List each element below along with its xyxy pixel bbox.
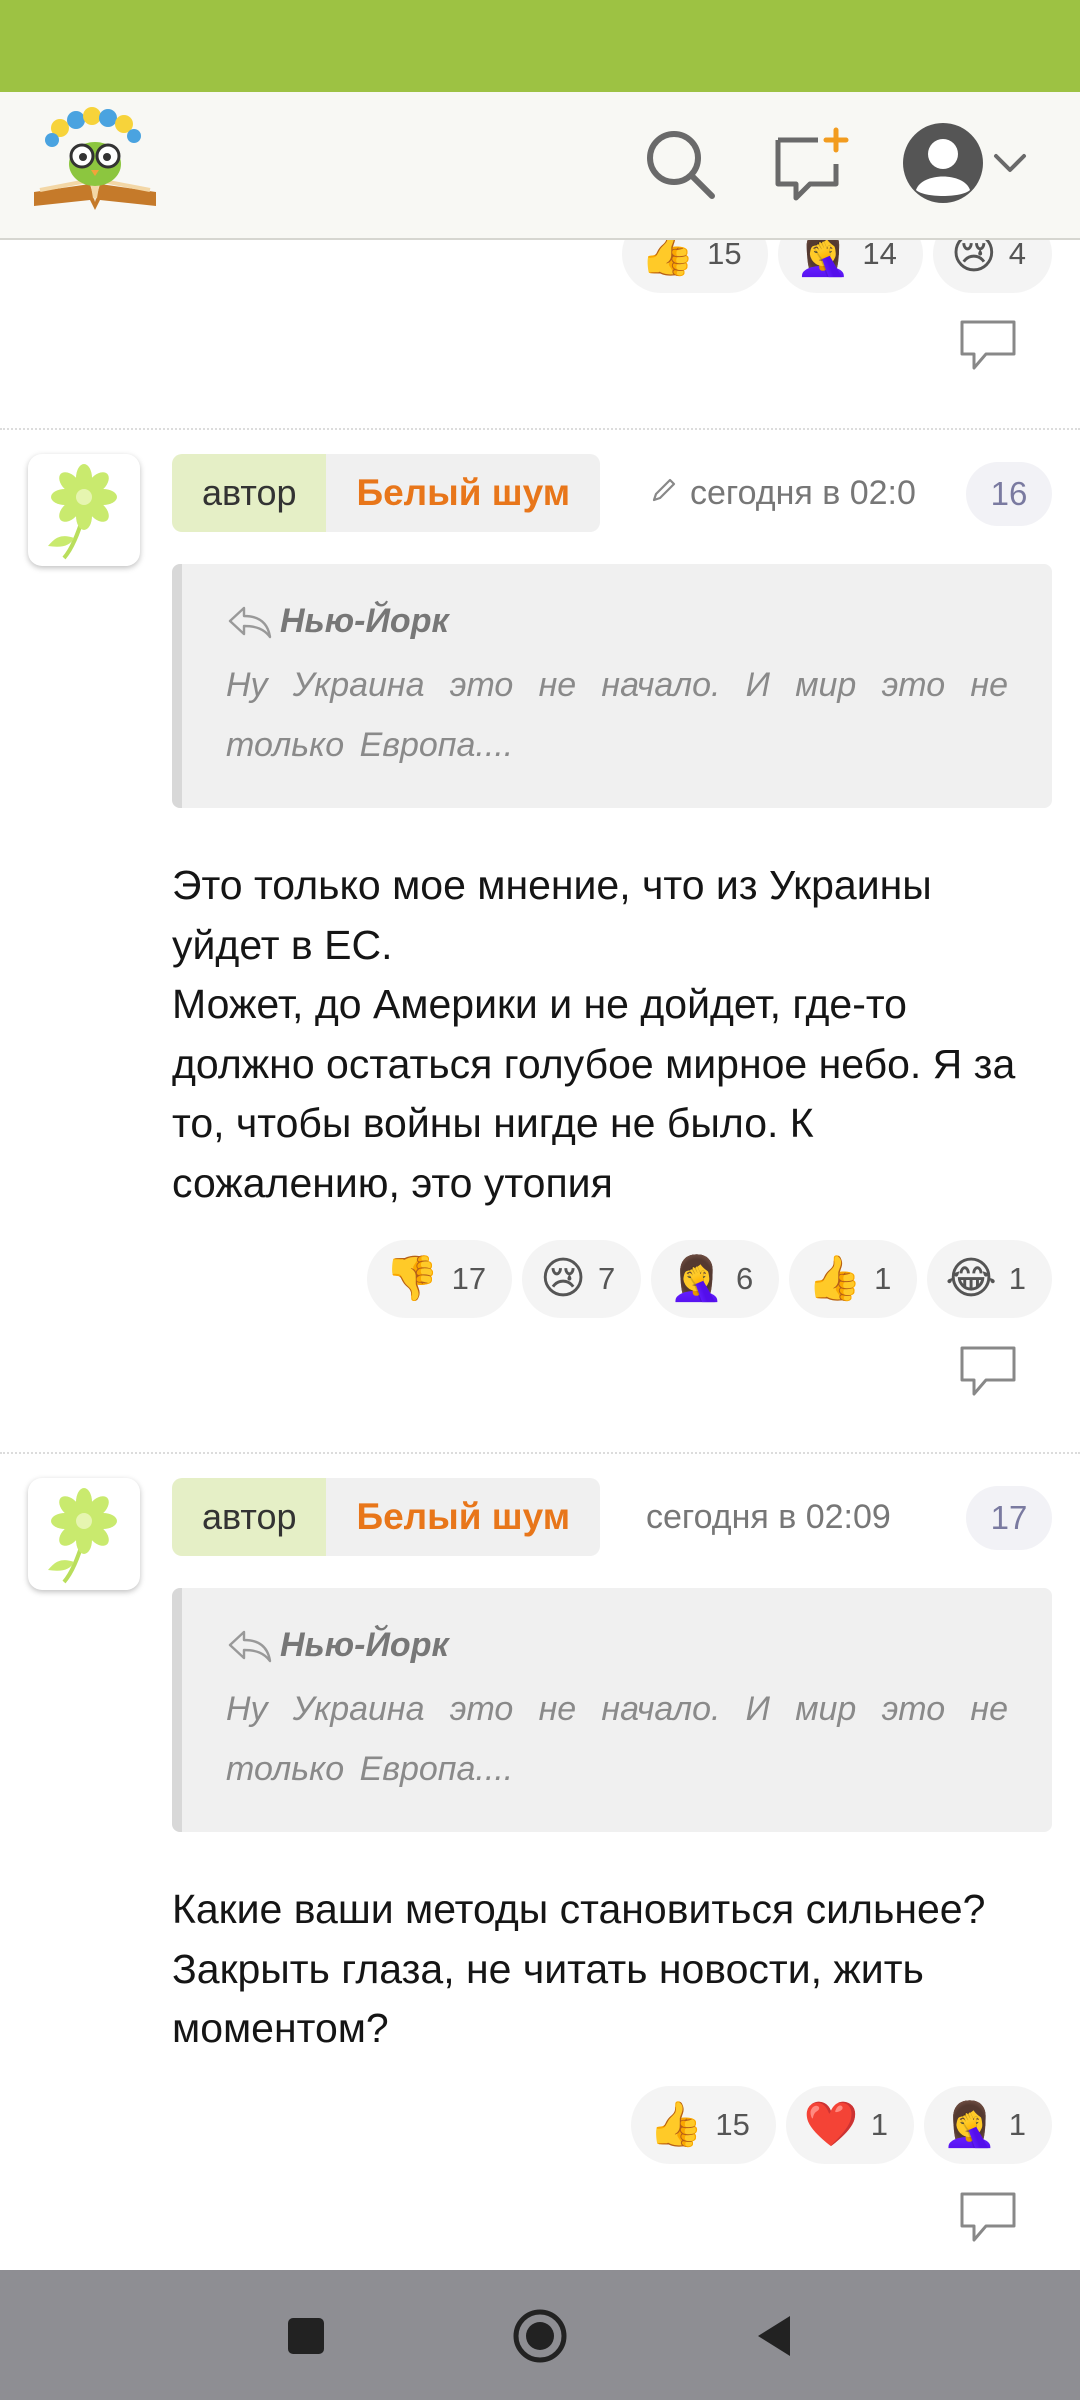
author-name[interactable]: Белый шум: [326, 454, 601, 532]
quote-header: Нью-Йорк: [226, 1626, 1008, 1665]
comment-text: Это только мое мнение, что из Украины уй…: [172, 862, 1016, 1206]
quote-block: Нью-Йорк Ну Украина это не начало. И мир…: [172, 1588, 1052, 1832]
reaction-button[interactable]: 🤦‍♀️ 1: [923, 2086, 1052, 2164]
quote-header: Нью-Йорк: [226, 602, 1008, 641]
reaction-count: 7: [597, 1261, 616, 1296]
author-role: автор: [172, 454, 327, 532]
comment-divider: [0, 428, 1080, 430]
user-avatar-icon[interactable]: [900, 120, 986, 206]
comment-feed[interactable]: 👍 15 🤦‍♀️ 14 😢 4: [0, 0, 1080, 2270]
laughing-tears-icon: 😂: [945, 1253, 997, 1304]
reply-icon[interactable]: [956, 1344, 1020, 1398]
reply-arrow-icon: [228, 1630, 272, 1662]
quote-text: Ну Украина это не начало. И мир это не т…: [226, 666, 1008, 764]
chevron-down-icon[interactable]: [990, 148, 1030, 178]
pencil-icon: [652, 478, 676, 502]
reaction-button[interactable]: ❤️ 1: [785, 2086, 914, 2164]
system-navigation-bar: [0, 2270, 1080, 2400]
reaction-button[interactable]: 😢 7: [522, 1240, 642, 1318]
author-chip[interactable]: автор Белый шум: [172, 1478, 601, 1556]
reaction-button[interactable]: 👍 15: [630, 2086, 776, 2164]
comment-number[interactable]: 16: [966, 462, 1052, 526]
reaction-button[interactable]: 👎 17: [366, 1240, 513, 1318]
reaction-count: 1: [1008, 1261, 1026, 1296]
reaction-count: 15: [715, 2107, 750, 2142]
reactions-row: 👍 15 ❤️ 1 🤦‍♀️ 1: [630, 2086, 1052, 2164]
facepalm-icon: 🤦‍♀️: [669, 1253, 725, 1304]
reply-icon[interactable]: [956, 2190, 1020, 2244]
book-owl-logo[interactable]: [30, 106, 160, 216]
timestamp: сегодня в 02:0: [690, 474, 916, 512]
thumbs-up-icon: 👍: [648, 2099, 704, 2150]
avatar[interactable]: [28, 454, 140, 566]
reaction-count: 14: [862, 236, 897, 271]
comment-text: Какие ваши методы становиться сильнее? З…: [172, 1886, 986, 2051]
reaction-button[interactable]: 👍 1: [789, 1240, 918, 1318]
quote-author[interactable]: Нью-Йорк: [280, 1626, 449, 1665]
reaction-count: 4: [1008, 236, 1026, 271]
thumbs-up-icon: 👍: [807, 1253, 863, 1304]
reply-icon[interactable]: [956, 318, 1020, 372]
app-header: [0, 92, 1080, 240]
reaction-count: 17: [451, 1261, 487, 1296]
reaction-count: 1: [1008, 2107, 1026, 2142]
circle-home-icon[interactable]: [510, 2306, 570, 2366]
reaction-count: 15: [707, 236, 742, 271]
triangle-back-icon[interactable]: [744, 2306, 804, 2366]
search-icon[interactable]: [640, 124, 722, 206]
quote-author[interactable]: Нью-Йорк: [280, 602, 449, 641]
crying-face-icon: 😢: [540, 1253, 586, 1304]
avatar[interactable]: [28, 1478, 140, 1590]
reaction-count: 6: [736, 1261, 754, 1296]
reaction-count: 1: [874, 1261, 892, 1296]
reactions-row: 👎 17 😢 7 🤦‍♀️ 6 👍 1 😂 1: [366, 1240, 1052, 1318]
quote-text: Ну Украина это не начало. И мир это не т…: [226, 1690, 1008, 1788]
reaction-button[interactable]: 🤦‍♀️ 6: [651, 1240, 780, 1318]
thumbs-down-icon: 👎: [384, 1253, 440, 1304]
reply-arrow-icon: [228, 606, 272, 638]
reaction-count: 1: [870, 2107, 888, 2142]
new-message-icon[interactable]: [770, 124, 852, 206]
red-heart-icon: ❤️: [803, 2099, 859, 2150]
quote-block: Нью-Йорк Ну Украина это не начало. И мир…: [172, 564, 1052, 808]
reaction-button[interactable]: 😂 1: [927, 1240, 1052, 1318]
comment-number[interactable]: 17: [966, 1486, 1052, 1550]
author-role: автор: [172, 1478, 327, 1556]
author-chip[interactable]: автор Белый шум: [172, 454, 601, 532]
facepalm-icon: 🤦‍♀️: [941, 2099, 997, 2150]
timestamp: сегодня в 02:09: [646, 1498, 891, 1536]
square-recent-apps-icon[interactable]: [276, 2306, 336, 2366]
comment-divider: [0, 1452, 1080, 1454]
author-name[interactable]: Белый шум: [326, 1478, 601, 1556]
